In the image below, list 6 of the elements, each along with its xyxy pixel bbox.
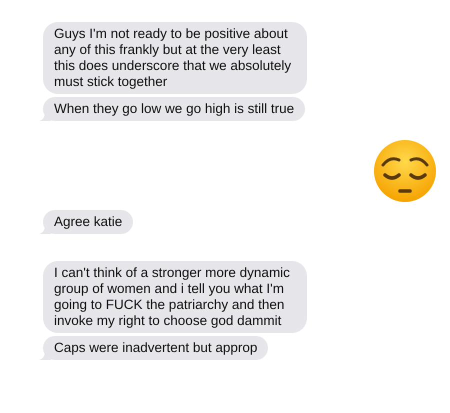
message-bubble: I can't think of a stronger more dynamic group of women and i tell you what I'm going to FUCK the patriarchy and then invoke my right to choose god dammit — [43, 261, 307, 333]
pensive-face-icon — [373, 139, 437, 203]
message-bubble: Caps were inadvertent but approp — [43, 336, 268, 360]
message-bubble: Agree katie — [43, 210, 134, 234]
message-bubble: Guys I'm not ready to be positive about any of this frankly but at the very least this does underscore that we absolutely must stick together — [43, 22, 307, 94]
message-bubble: When they go low we go high is still true — [43, 97, 306, 121]
